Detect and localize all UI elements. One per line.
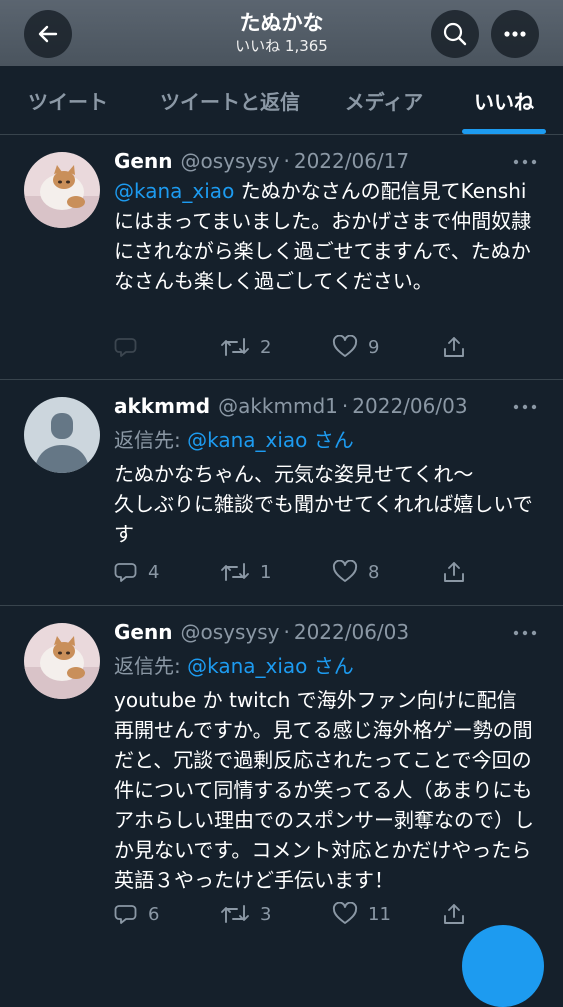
- tweet-header: Genn @osysysy · 2022/06/03: [114, 620, 409, 648]
- author-name[interactable]: Genn: [114, 620, 172, 644]
- retweet-icon: [221, 338, 249, 356]
- tweet-actions: 4 1 8: [114, 557, 554, 587]
- reply-suffix: さん: [307, 428, 354, 452]
- share-button[interactable]: [442, 557, 466, 587]
- kitten-avatar-icon: [24, 623, 100, 699]
- reply-prefix: 返信先:: [114, 428, 188, 452]
- author-handle[interactable]: @osysysy: [180, 620, 279, 644]
- tweet-actions: 2 9: [114, 332, 554, 362]
- search-button[interactable]: [431, 10, 479, 58]
- likes-count: いいね 1,365: [235, 37, 328, 55]
- heart-icon: [332, 560, 358, 582]
- like-button[interactable]: 8: [332, 557, 379, 587]
- retweet-button[interactable]: 2: [220, 332, 271, 362]
- tweet-date[interactable]: 2022/06/17: [294, 149, 409, 173]
- tab-tweets[interactable]: ツイート: [14, 66, 122, 134]
- header-title-block: たぬかな いいね 1,365: [160, 10, 403, 56]
- tweet-header: akkmmd @akkmmd1 · 2022/06/03: [114, 394, 468, 422]
- reply-icon: [114, 905, 137, 924]
- like-count: 11: [368, 903, 391, 925]
- tweet-text: youtube か twitch で海外ファン向けに配信再開せんですか。見てる感…: [114, 688, 534, 892]
- tweet-text: たぬかなちゃん、元気な姿見せてくれ〜 久しぶりに雑談でも聞かせてくれれば嬉しいで…: [114, 462, 533, 546]
- reply-prefix: 返信先:: [114, 654, 188, 678]
- separator-dot: ·: [283, 149, 290, 173]
- retweet-count: 2: [260, 336, 272, 358]
- reply-button[interactable]: 6: [114, 899, 159, 929]
- author-handle[interactable]: @osysysy: [180, 149, 279, 173]
- kitten-avatar-icon: [24, 152, 100, 228]
- tab-media[interactable]: メディア: [334, 66, 434, 134]
- reply-icon: [114, 338, 137, 357]
- like-button[interactable]: 11: [332, 899, 391, 929]
- like-count: 9: [368, 336, 380, 358]
- share-icon: [444, 562, 464, 582]
- author-name[interactable]: Genn: [114, 149, 172, 173]
- replying-to: 返信先: @kana_xiao さん: [114, 424, 354, 453]
- tweet-item[interactable]: akkmmd @akkmmd1 · 2022/06/03 返信先: @kana_…: [0, 380, 563, 606]
- more-horizontal-icon[interactable]: [512, 628, 538, 638]
- avatar[interactable]: [24, 397, 100, 473]
- page-title: たぬかな: [239, 11, 324, 35]
- tweet-text: @kana_xiao たぬかなさんの配信見てKenshiにはまってまいました。お…: [114, 176, 534, 296]
- reply-button[interactable]: 4: [114, 557, 159, 587]
- retweet-icon: [221, 563, 249, 581]
- separator-dot: ·: [283, 620, 290, 644]
- retweet-count: 1: [260, 561, 272, 583]
- share-icon: [444, 904, 464, 924]
- share-button[interactable]: [442, 332, 466, 362]
- tweet-header: Genn @osysysy · 2022/06/17: [114, 149, 409, 177]
- heart-icon: [332, 902, 358, 924]
- avatar[interactable]: [24, 623, 100, 699]
- author-name[interactable]: akkmmd: [114, 394, 210, 418]
- reply-count: 6: [148, 903, 160, 925]
- retweet-icon: [221, 905, 249, 923]
- mention-link[interactable]: @kana_xiao: [187, 428, 307, 452]
- reply-count: 4: [148, 561, 160, 583]
- search-icon: [443, 22, 467, 46]
- replying-to: 返信先: @kana_xiao さん: [114, 650, 354, 679]
- profile-tabs: ツイート ツイートと返信 メディア いいね: [0, 66, 563, 135]
- tweet-date[interactable]: 2022/06/03: [294, 620, 409, 644]
- like-button[interactable]: 9: [332, 332, 379, 362]
- mention-link[interactable]: @kana_xiao: [114, 179, 234, 203]
- tab-likes[interactable]: いいね: [462, 66, 546, 134]
- back-button[interactable]: [24, 10, 72, 58]
- retweet-button[interactable]: 3: [220, 899, 271, 929]
- retweet-button[interactable]: 1: [220, 557, 271, 587]
- tweet-actions: 6 3 11: [114, 899, 554, 929]
- more-horizontal-icon[interactable]: [512, 157, 538, 167]
- author-handle[interactable]: @akkmmd1: [218, 394, 338, 418]
- profile-header: たぬかな いいね 1,365: [0, 0, 563, 66]
- compose-tweet-button[interactable]: [462, 925, 544, 1007]
- more-horizontal-icon[interactable]: [512, 402, 538, 412]
- separator-dot: ·: [341, 394, 349, 418]
- active-tab-indicator: [462, 129, 546, 134]
- reply-button[interactable]: [114, 332, 148, 362]
- share-button[interactable]: [442, 899, 466, 929]
- reply-suffix: さん: [307, 654, 354, 678]
- retweet-count: 3: [260, 903, 272, 925]
- tab-tweets-and-replies[interactable]: ツイートと返信: [150, 66, 310, 134]
- tweet-date[interactable]: 2022/06/03: [352, 394, 467, 418]
- share-icon: [444, 337, 464, 357]
- avatar[interactable]: [24, 152, 100, 228]
- more-options-button[interactable]: [491, 10, 539, 58]
- like-count: 8: [368, 561, 380, 583]
- reply-icon: [114, 563, 137, 582]
- arrow-left-icon: [38, 25, 58, 43]
- mention-link[interactable]: @kana_xiao: [187, 654, 307, 678]
- default-avatar-icon: [24, 397, 100, 473]
- heart-icon: [332, 335, 358, 357]
- tweet-item[interactable]: Genn @osysysy · 2022/06/17 @kana_xiao たぬ…: [0, 135, 563, 380]
- more-horizontal-icon: [504, 31, 526, 37]
- tweet-item[interactable]: Genn @osysysy · 2022/06/03 返信先: @kana_xi…: [0, 606, 563, 952]
